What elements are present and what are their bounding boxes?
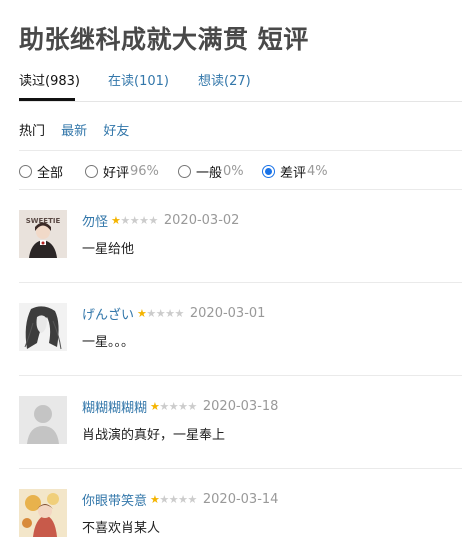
star-empty-icon: ★ — [159, 400, 169, 413]
star-empty-icon: ★ — [120, 214, 130, 227]
star-empty-icon: ★ — [165, 307, 175, 320]
star-empty-icon: ★ — [178, 400, 188, 413]
rating-stars: ★★★★★ — [137, 308, 184, 319]
review-meta: げんざい ★★★★★ 2020-03-01 — [82, 304, 265, 323]
star-empty-icon: ★ — [139, 214, 149, 227]
review-user[interactable]: げんざい — [82, 304, 134, 323]
review-meta: 勿怪 ★★★★★ 2020-03-02 — [82, 211, 239, 230]
star-empty-icon: ★ — [129, 214, 140, 227]
divider — [19, 150, 462, 151]
star-empty-icon: ★ — [168, 400, 179, 413]
radio-selected-icon[interactable] — [262, 165, 275, 178]
sort-latest[interactable]: 最新 — [61, 124, 87, 139]
star-empty-icon: ★ — [187, 493, 198, 506]
star-filled-icon: ★ — [111, 214, 121, 227]
review-content: 不喜欢肖某人 — [82, 521, 161, 536]
star-empty-icon: ★ — [148, 214, 159, 227]
filter-positive[interactable]: 好评 96% — [85, 162, 159, 181]
review-content: 肖战演的真好，一星奉上 — [82, 428, 226, 443]
filter-label: 一般 — [196, 166, 223, 181]
review-date: 2020-03-14 — [202, 492, 279, 507]
tab-want-to-read[interactable]: 想读(27) — [198, 70, 251, 89]
review-date: 2020-03-02 — [163, 213, 240, 228]
filter-percent: 96% — [130, 164, 159, 179]
filter-label: 差评 — [280, 166, 307, 181]
star-empty-icon: ★ — [178, 493, 188, 506]
review-content: 一星。。。 — [82, 335, 135, 350]
filter-all[interactable]: 全部 — [19, 162, 63, 181]
star-empty-icon: ★ — [159, 493, 169, 506]
divider — [19, 282, 462, 283]
rating-stars: ★★★★★ — [150, 494, 197, 505]
star-filled-icon: ★ — [150, 400, 160, 413]
avatar[interactable] — [19, 489, 67, 537]
sort-bar: 热门 最新 好友 — [19, 120, 141, 139]
review-date: 2020-03-01 — [189, 306, 266, 321]
avatar[interactable] — [19, 396, 67, 444]
page-title: 助张继科成就大满贯 短评 — [19, 25, 309, 54]
rating-stars: ★★★★★ — [150, 401, 197, 412]
filter-percent: 4% — [307, 164, 328, 179]
sort-hot[interactable]: 热门 — [19, 124, 45, 139]
radio-icon[interactable] — [85, 165, 98, 178]
filter-neutral[interactable]: 一般 0% — [178, 162, 244, 181]
tab-reading[interactable]: 在读(101) — [108, 70, 169, 89]
radio-icon[interactable] — [19, 165, 32, 178]
divider — [19, 189, 462, 190]
filter-percent: 0% — [223, 164, 244, 179]
review-content: 一星给他 — [82, 242, 135, 257]
star-empty-icon: ★ — [174, 307, 185, 320]
filter-label: 全部 — [37, 166, 64, 181]
review-date: 2020-03-18 — [202, 399, 279, 414]
review-user[interactable]: 糊糊糊糊糊 — [82, 397, 147, 416]
review-meta: 你眼带笑意 ★★★★★ 2020-03-14 — [82, 490, 278, 509]
star-empty-icon: ★ — [187, 400, 198, 413]
avatar[interactable]: SWEETIE — [19, 210, 67, 258]
review-user[interactable]: 勿怪 — [82, 211, 108, 230]
review-user[interactable]: 你眼带笑意 — [82, 490, 147, 509]
star-filled-icon: ★ — [137, 307, 147, 320]
tab-read[interactable]: 读过(983) — [19, 70, 80, 89]
review-meta: 糊糊糊糊糊 ★★★★★ 2020-03-18 — [82, 397, 278, 416]
star-empty-icon: ★ — [155, 307, 166, 320]
star-empty-icon: ★ — [146, 307, 156, 320]
radio-icon[interactable] — [178, 165, 191, 178]
filter-label: 好评 — [103, 166, 130, 181]
divider — [19, 468, 462, 469]
status-tabs: 读过(983) 在读(101) 想读(27) — [19, 70, 462, 102]
star-filled-icon: ★ — [150, 493, 160, 506]
active-tab-indicator — [19, 98, 75, 101]
rating-stars: ★★★★★ — [111, 215, 158, 226]
sort-friends[interactable]: 好友 — [103, 124, 129, 139]
avatar[interactable] — [19, 303, 67, 351]
star-empty-icon: ★ — [168, 493, 179, 506]
divider — [19, 375, 462, 376]
filter-negative[interactable]: 差评 4% — [262, 162, 328, 181]
